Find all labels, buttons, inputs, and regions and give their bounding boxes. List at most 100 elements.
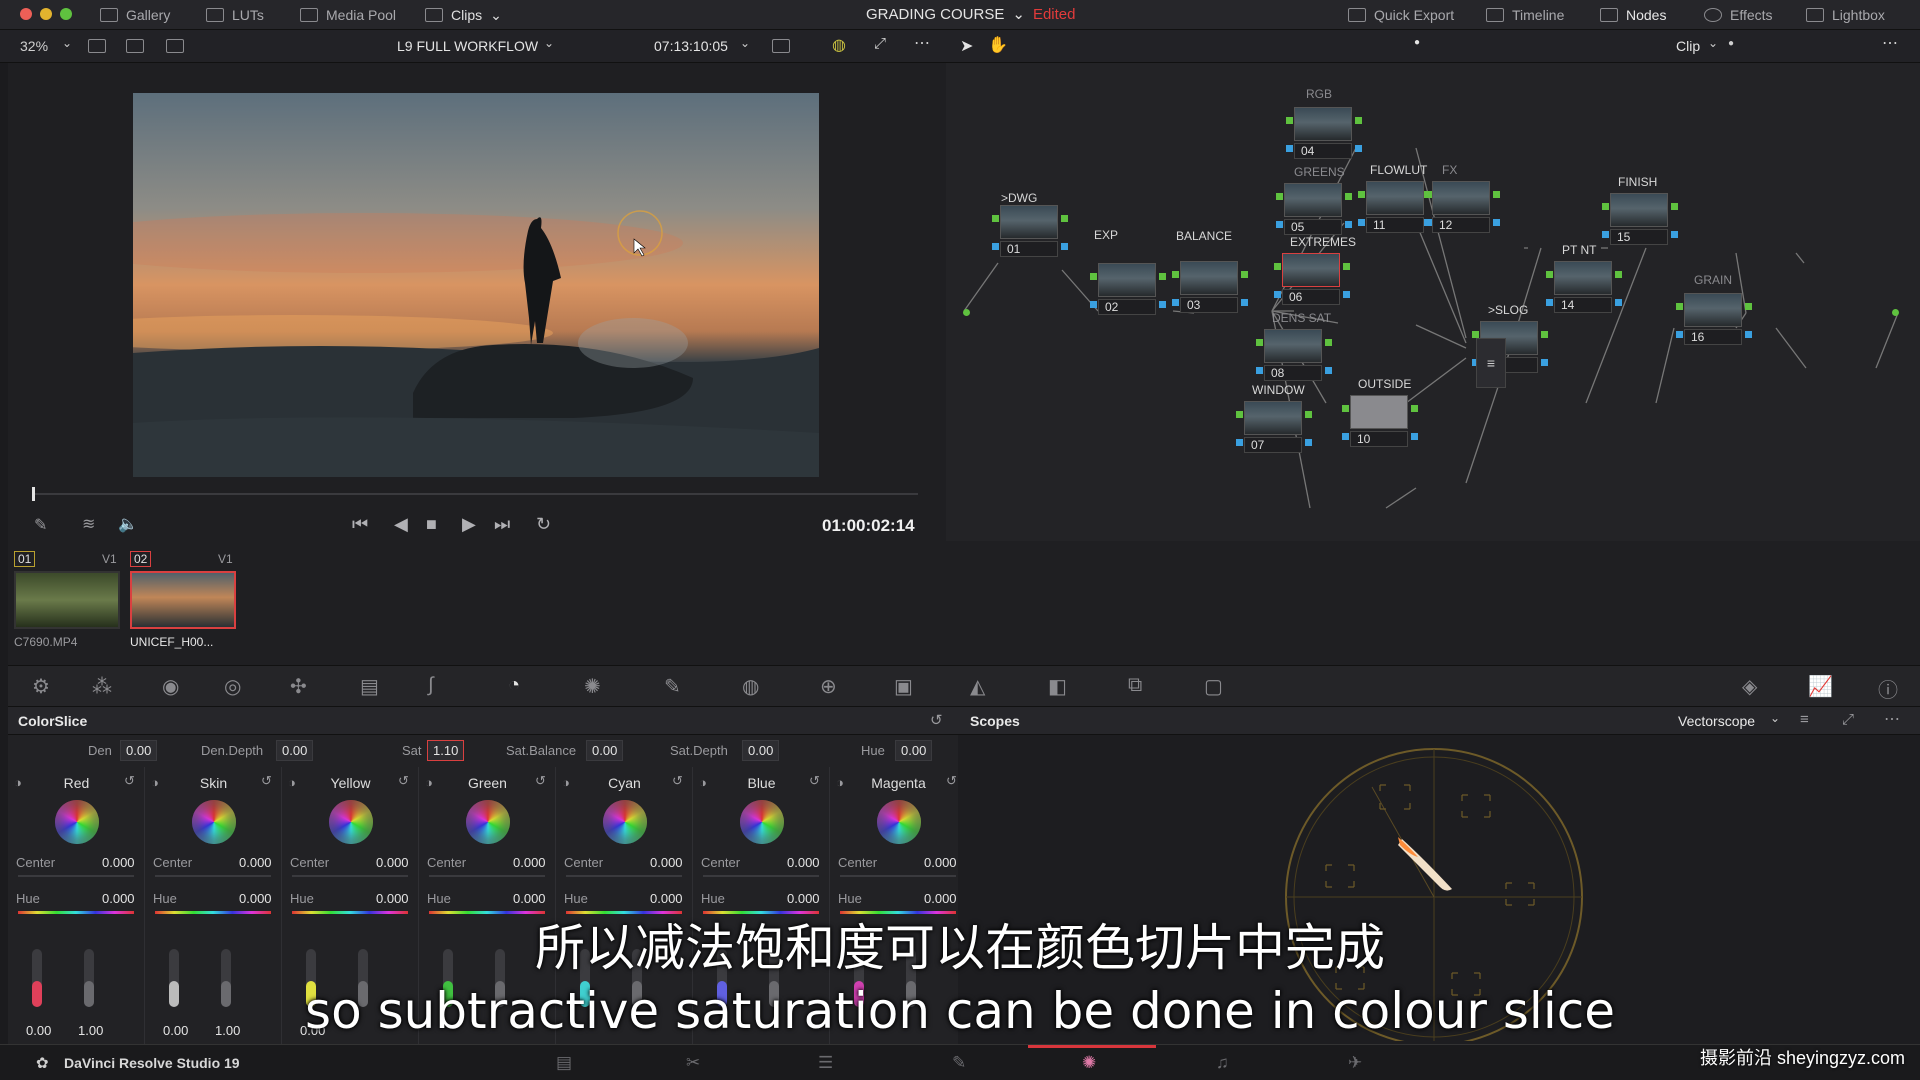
close-window-button[interactable] [20,8,32,20]
node-key-output-port[interactable] [1305,439,1312,446]
source-input-port[interactable] [963,309,970,316]
node-07[interactable]: 07 [1236,399,1312,453]
contrast-icon[interactable]: ◑ [14,775,22,790]
hue-value[interactable]: 0.000 [102,891,135,906]
playhead[interactable] [32,487,35,501]
reset-icon[interactable]: ↺ [809,773,820,789]
node-output-port[interactable] [1345,193,1352,200]
rgb-mixer-icon[interactable]: ✣ [290,674,307,699]
node-output-port[interactable] [1241,271,1248,278]
node-input-port[interactable] [1358,191,1365,198]
more-options-icon[interactable]: ⋯ [1884,709,1900,729]
curves-icon[interactable]: ∫ [428,674,433,697]
edit-page-icon[interactable]: ☰ [818,1053,833,1073]
wipe-icon[interactable] [166,39,184,53]
lightbox-button[interactable]: Lightbox [1806,0,1885,30]
fullscreen-icon[interactable]: ⤢ [874,35,886,52]
clip-mode-selector[interactable]: Clip [1676,38,1700,54]
color-warper-icon[interactable]: ✺ [584,674,601,699]
node-key-output-port[interactable] [1493,219,1500,226]
node-key-input-port[interactable] [1602,231,1609,238]
eyedropper-icon[interactable]: ✎ [34,515,47,535]
contrast-icon[interactable]: ◑ [836,775,844,790]
fusion-page-icon[interactable]: ✎ [952,1053,966,1073]
node-key-input-port[interactable] [1676,331,1683,338]
play-icon[interactable]: ▶ [462,514,476,535]
node-input-port[interactable] [992,215,999,222]
layers-icon[interactable]: ≋ [82,514,95,534]
minimize-window-button[interactable] [40,8,52,20]
reset-icon[interactable]: ↺ [124,773,135,789]
expand-icon[interactable]: ⤢ [1842,711,1854,728]
node-input-port[interactable] [1472,331,1479,338]
media-pool-button[interactable]: Media Pool [300,0,396,30]
sizing-icon[interactable]: ⧉ [1128,674,1142,697]
more-options-icon[interactable]: ⋯ [1882,33,1898,53]
node-key-input-port[interactable] [1342,433,1349,440]
keyframes-icon[interactable]: ◈ [1742,674,1757,699]
node-key-input-port[interactable] [1256,367,1263,374]
center-slider[interactable] [840,875,956,877]
node-02[interactable]: 02 [1090,261,1166,315]
center-slider[interactable] [155,875,271,877]
go-to-end-icon[interactable]: ⏭ [494,514,510,535]
node-input-port[interactable] [1286,117,1293,124]
node-output-port[interactable] [1343,263,1350,270]
center-value[interactable]: 0.000 [102,855,135,870]
center-slider[interactable] [703,875,819,877]
viewer-scrubber[interactable] [32,493,918,495]
node-input-port[interactable] [1676,303,1683,310]
contrast-icon[interactable]: ◑ [562,775,570,790]
node-06[interactable]: 06 [1274,251,1350,305]
node-12[interactable]: 12 [1424,179,1500,233]
hdr-icon[interactable]: ◎ [224,674,241,699]
node-output-port[interactable] [1615,271,1622,278]
center-slider[interactable] [18,875,134,877]
vector-color-wheel[interactable] [740,800,784,844]
node-input-port[interactable] [1236,411,1243,418]
go-to-start-icon[interactable]: ⏮ [352,514,368,535]
node-input-port[interactable] [1256,339,1263,346]
node-04[interactable]: 04 [1286,105,1362,159]
clip-thumbnail[interactable] [130,571,236,629]
effects-button[interactable]: Effects [1704,0,1773,30]
reset-icon[interactable]: ↺ [672,773,683,789]
scope-settings-icon[interactable]: ≡ [1800,711,1809,728]
node-output-port[interactable] [1061,215,1068,222]
node-10[interactable]: 10 [1342,393,1418,447]
node-key-input-port[interactable] [1276,221,1283,228]
node-key-input-port[interactable] [1286,145,1293,152]
hue-value[interactable]: 0.000 [650,891,683,906]
color-match-icon[interactable]: ⁂ [92,674,112,699]
luts-button[interactable]: LUTs [206,0,264,30]
split-viewer-icon[interactable] [126,39,144,53]
center-slider[interactable] [429,875,545,877]
node-output-port[interactable] [1159,273,1166,280]
qualifier-icon[interactable]: ✎ [664,674,681,699]
timeline-button[interactable]: Timeline [1486,0,1564,30]
maximize-window-button[interactable] [60,8,72,20]
hue-value[interactable]: 0.000 [513,891,546,906]
nodes-button[interactable]: Nodes [1600,0,1666,30]
color-page-icon[interactable]: ✺ [1082,1053,1096,1073]
center-value[interactable]: 0.000 [513,855,546,870]
motion-effects-icon[interactable]: ▤ [360,674,379,699]
node-output-port[interactable] [1305,411,1312,418]
more-options-icon[interactable]: ⋯ [914,33,930,53]
node-output-port[interactable] [1541,331,1548,338]
node-output-port[interactable] [1671,203,1678,210]
node-output-port[interactable] [1411,405,1418,412]
vector-color-wheel[interactable] [877,800,921,844]
node-key-output-port[interactable] [1061,243,1068,250]
3d-icon[interactable]: ▢ [1204,674,1223,699]
contrast-icon[interactable]: ◑ [425,775,433,790]
node-graph[interactable]: 01 >DWG 02 EXP 03 BALANCE 04 RGB 05 GREENS 06 EXTRE… [946,63,1920,541]
node-key-input-port[interactable] [1358,219,1365,226]
hue-value[interactable]: 0.000 [924,891,957,906]
deliver-page-icon[interactable]: ✈ [1348,1053,1362,1073]
node-output-port[interactable] [1493,191,1500,198]
info-icon[interactable]: ⓘ [1878,674,1898,703]
center-value[interactable]: 0.000 [787,855,820,870]
hand-icon[interactable]: ✋ [988,35,1008,55]
node-key-output-port[interactable] [1345,221,1352,228]
